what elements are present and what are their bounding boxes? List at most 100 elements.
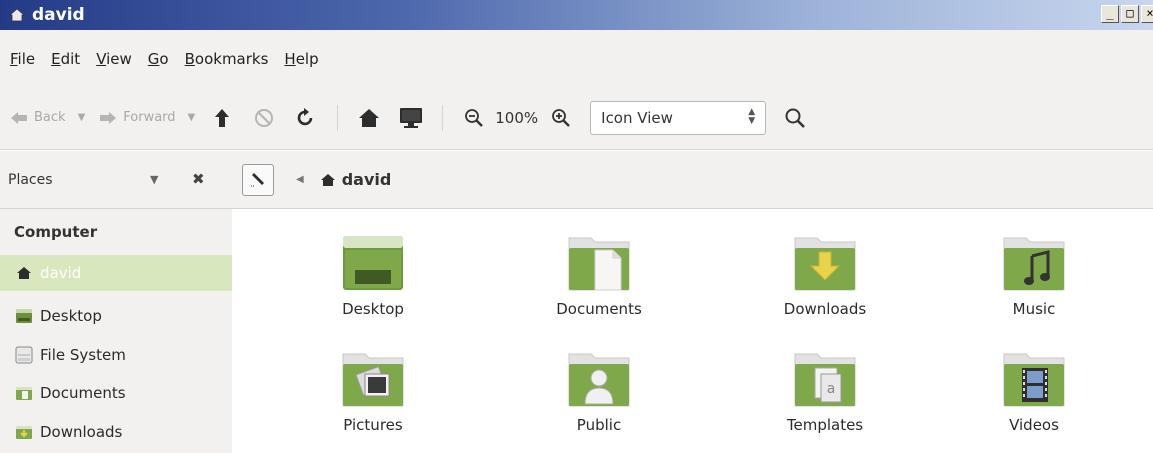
public-folder-icon (568, 353, 630, 407)
reload-button[interactable] (293, 105, 319, 131)
reload-icon (297, 107, 313, 125)
file-name: Documents (556, 300, 642, 318)
toggle-location-entry-button[interactable] (242, 163, 274, 196)
back-label: Back (34, 110, 66, 125)
file-name: Music (1012, 300, 1056, 318)
home-icon (8, 6, 26, 24)
file-item-public[interactable]: Public (524, 348, 674, 434)
zoom-level[interactable]: 100% (495, 109, 538, 127)
svg-text:a: a (827, 381, 836, 397)
menu-help[interactable]: Help (284, 50, 326, 68)
sidebar-item-desktop[interactable]: Desktop (0, 298, 232, 334)
breadcrumb[interactable]: david (320, 170, 392, 189)
window-controls: _ □ × (1101, 5, 1153, 23)
up-button[interactable] (209, 105, 235, 131)
folder-download-icon (14, 423, 34, 441)
menu-file-label: ile (17, 50, 36, 68)
menu-bar: File Edit View Go Bookmarks Help (0, 30, 1153, 86)
file-item-templates[interactable]: a Templates (750, 348, 900, 434)
home-button[interactable] (356, 105, 382, 131)
menu-edit-mnemonic: E (51, 50, 61, 68)
file-item-desktop[interactable]: Desktop (298, 232, 448, 318)
chevron-down-icon[interactable]: ▼ (150, 173, 158, 186)
pictures-folder-icon (342, 353, 404, 407)
menu-file[interactable]: File (10, 50, 43, 68)
close-sidebar-icon[interactable]: ✖ (192, 170, 205, 188)
file-item-videos[interactable]: Videos (959, 348, 1109, 434)
places-selector[interactable]: Places (8, 172, 53, 188)
file-name: Videos (1009, 416, 1059, 434)
home-icon (359, 108, 380, 127)
menu-go-label: o (159, 50, 169, 68)
maximize-button[interactable]: □ (1121, 5, 1139, 23)
menu-bookmarks-label: ookmarks (194, 50, 269, 68)
location-bar: ◀ david (232, 151, 1153, 209)
stop-button[interactable] (251, 105, 277, 131)
menu-view[interactable]: View (96, 50, 140, 68)
zoom-out-button[interactable] (461, 105, 487, 131)
menu-edit-label: dit (60, 50, 81, 68)
sidebar-item-label: Downloads (40, 423, 123, 441)
menu-help-label: elp (295, 50, 319, 68)
menu-file-mnemonic: F (10, 50, 18, 68)
file-item-downloads[interactable]: Downloads (750, 232, 900, 318)
menu-view-label: iew (106, 50, 132, 68)
breadcrumb-left-arrow-icon[interactable]: ◀ (296, 174, 304, 185)
sidebar-item-label: david (40, 264, 82, 282)
forward-button[interactable]: Forward (99, 110, 176, 125)
search-button[interactable] (782, 105, 808, 131)
back-button[interactable]: Back (10, 110, 66, 125)
sidebar-item-label: Desktop (40, 307, 102, 325)
file-item-pictures[interactable]: Pictures (298, 348, 448, 434)
computer-icon (400, 107, 423, 128)
drive-icon (14, 346, 34, 364)
icon-view[interactable]: Desktop Documents Downloads Music Pictur… (232, 210, 1153, 453)
sidebar-item-documents[interactable]: Documents (0, 375, 232, 411)
desktop-folder-icon (343, 236, 403, 290)
toolbar: Back ▼ Forward ▼ 100% Icon View ▲ ▼ (0, 86, 1153, 150)
music-folder-icon (1003, 237, 1065, 291)
sidebar-header: Places ▼ ✖ (0, 151, 232, 209)
menu-go-mnemonic: G (147, 50, 160, 68)
sidebar-item-label: Documents (40, 384, 126, 402)
sidebar: Computer david Desktop File System Docum… (0, 209, 232, 453)
menu-edit[interactable]: Edit (51, 50, 88, 68)
sidebar-item-downloads[interactable]: Downloads (0, 414, 232, 450)
zoom-out-icon (465, 108, 484, 127)
sidebar-item-label: File System (40, 346, 126, 364)
menu-bookmarks[interactable]: Bookmarks (185, 50, 277, 68)
arrow-left-icon (11, 111, 27, 124)
sidebar-item-david[interactable]: david (0, 255, 232, 291)
title-bar[interactable]: david _ □ × (0, 0, 1153, 30)
forward-label: Forward (123, 110, 176, 125)
window-title: david (32, 5, 85, 25)
file-item-music[interactable]: Music (959, 232, 1109, 318)
sidebar-item-file-system[interactable]: File System (0, 337, 232, 373)
view-mode-select[interactable]: Icon View ▲ ▼ (590, 100, 767, 135)
toolbar-separator (337, 104, 339, 131)
zoom-in-button[interactable] (548, 105, 574, 131)
home-icon (14, 264, 34, 282)
menu-help-mnemonic: H (284, 50, 296, 68)
breadcrumb-label: david (341, 170, 392, 189)
desktop-icon (14, 307, 34, 325)
toolbar-separator (442, 104, 444, 131)
menu-go[interactable]: Go (148, 50, 177, 68)
file-item-documents[interactable]: Documents (524, 232, 674, 318)
minimize-button[interactable]: _ (1101, 5, 1119, 23)
documents-folder-icon (568, 237, 630, 291)
close-button[interactable]: × (1141, 5, 1153, 23)
file-name: Downloads (783, 300, 867, 318)
videos-folder-icon (1003, 353, 1065, 407)
spinner-arrows-icon: ▲ ▼ (748, 106, 756, 126)
stop-icon (255, 108, 274, 127)
menu-view-mnemonic: V (96, 50, 107, 68)
back-history-dropdown[interactable]: ▼ (78, 112, 86, 123)
home-icon (320, 173, 335, 186)
arrow-right-icon (100, 111, 117, 124)
folder-icon (14, 384, 34, 402)
computer-button[interactable] (398, 105, 424, 131)
forward-history-dropdown[interactable]: ▼ (188, 112, 196, 123)
templates-folder-icon: a (794, 353, 856, 407)
arrow-up-icon (215, 108, 230, 127)
